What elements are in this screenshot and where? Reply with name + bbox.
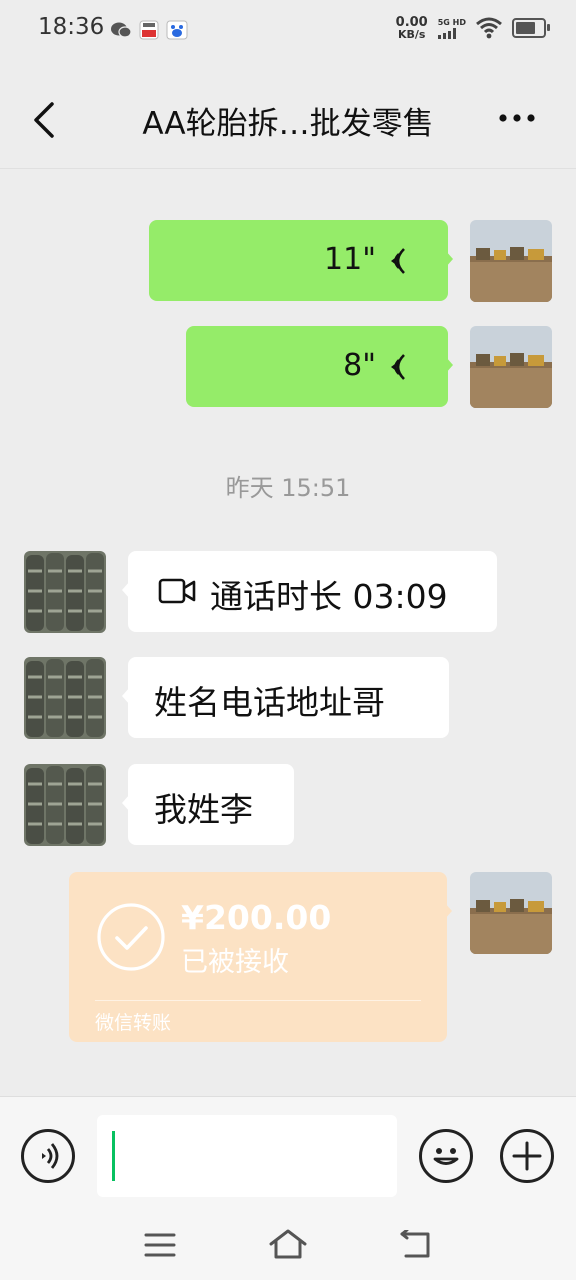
my-avatar[interactable] (470, 220, 552, 302)
voice-duration: 8" (343, 348, 376, 383)
voice-message-bubble[interactable]: 8" (186, 326, 453, 407)
transfer-footer: 微信转账 (95, 1012, 172, 1034)
app-notification-icon (139, 20, 159, 40)
network-type: 5G HD (437, 17, 466, 27)
net-speed: 0.00 KB/s (396, 16, 428, 40)
video-camera-icon (158, 578, 196, 604)
voice-wave-icon (42, 1143, 59, 1169)
avatar-tires-icon (24, 657, 106, 739)
contact-avatar[interactable] (24, 551, 106, 633)
avatar-photo-field-icon (470, 872, 552, 954)
status-bar: 18:36 0.00 KB/s 5G HD (0, 0, 576, 60)
input-bar (0, 1096, 576, 1217)
status-right-group: 0.00 KB/s 5G HD (396, 16, 550, 40)
emoji-button[interactable] (419, 1129, 473, 1183)
message-input[interactable] (97, 1115, 397, 1197)
voice-input-button[interactable] (21, 1129, 75, 1183)
plus-icon (512, 1141, 542, 1171)
voice-wave-icon (391, 354, 405, 380)
signal-bars-icon (437, 27, 456, 39)
net-speed-unit: KB/s (397, 28, 426, 41)
my-avatar[interactable] (470, 872, 552, 954)
text-cursor (112, 1131, 115, 1181)
my-avatar[interactable] (470, 326, 552, 408)
voice-wave-icon (391, 248, 405, 274)
video-call-record-bubble[interactable]: 通话时长 03:09 (122, 551, 497, 632)
status-time: 18:36 (38, 14, 105, 40)
transfer-card[interactable]: ¥200.00 已被接收 微信转账 (69, 872, 452, 1042)
transfer-amount: ¥200.00 (181, 898, 332, 937)
voice-message-bubble[interactable]: 11" (149, 220, 453, 301)
more-functions-button[interactable] (500, 1129, 554, 1183)
message-text: 姓名电话地址哥 (154, 683, 385, 722)
text-message-bubble[interactable]: 我姓李 (122, 764, 294, 845)
avatar-tires-icon (24, 764, 106, 846)
voice-duration: 11" (324, 242, 376, 277)
transfer-divider (95, 1000, 421, 1001)
battery-level (516, 22, 535, 34)
wifi-icon (476, 17, 502, 39)
message-text: 我姓李 (154, 790, 253, 829)
call-duration-text: 通话时长 03:09 (210, 577, 448, 616)
contact-avatar[interactable] (24, 657, 106, 739)
avatar-tires-icon (24, 551, 106, 633)
battery-icon (512, 18, 550, 38)
avatar-photo-field-icon (470, 220, 552, 302)
avatar-photo-field-icon (470, 326, 552, 408)
contact-avatar[interactable] (24, 764, 106, 846)
more-options-icon[interactable] (498, 113, 536, 123)
wechat-notification-icon (111, 22, 132, 38)
smiley-face-icon (433, 1148, 459, 1165)
chat-header: AA轮胎拆…批发零售 (0, 60, 576, 169)
system-nav-bar (0, 1216, 576, 1280)
menu-icon[interactable] (144, 1232, 176, 1258)
text-message-bubble[interactable]: 姓名电话地址哥 (122, 657, 449, 738)
home-icon[interactable] (268, 1228, 308, 1260)
baidu-notification-icon (166, 20, 188, 40)
message-timestamp: 昨天 15:51 (225, 474, 351, 502)
chat-title: AA轮胎拆…批发零售 (142, 106, 434, 142)
back-nav-icon[interactable] (398, 1230, 432, 1260)
cellular-signal: 5G HD (437, 17, 466, 39)
check-circle-icon (97, 903, 165, 971)
transfer-status: 已被接收 (181, 947, 289, 978)
